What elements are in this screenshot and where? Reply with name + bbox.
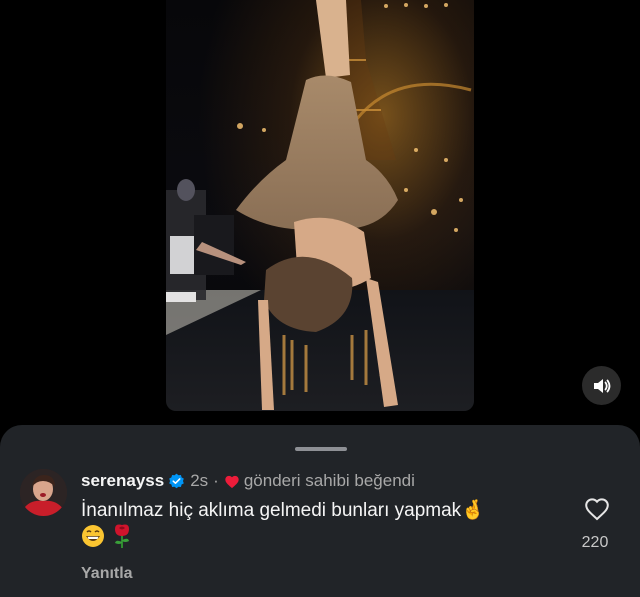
- user-avatar-image: [20, 469, 67, 516]
- instagram-comment-screen: serenayss 2s · gönderi sahibi beğendi İn…: [0, 0, 640, 597]
- sheet-drag-handle[interactable]: [295, 447, 347, 451]
- rose-emoji: [111, 523, 133, 554]
- avatar[interactable]: [20, 469, 67, 516]
- liked-by-author-label: gönderi sahibi beğendi: [243, 471, 415, 490]
- grinning-face-emoji: [81, 524, 105, 553]
- comment-meta: serenayss 2s · gönderi sahibi beğendi: [81, 470, 551, 492]
- sound-toggle-button[interactable]: [582, 366, 621, 405]
- comment-text: İnanılmaz hiç aklıma gelmedi bunları yap…: [81, 500, 485, 521]
- reply-button[interactable]: Yanıtla: [81, 565, 551, 583]
- comment-timestamp: 2s: [190, 471, 209, 490]
- comment-like: 220: [576, 497, 618, 552]
- verified-badge-icon: [169, 473, 184, 488]
- runway-scene-illustration: [166, 0, 474, 411]
- heart-outline-icon[interactable]: [584, 497, 610, 521]
- comment-like-count: 220: [581, 534, 609, 551]
- meta-separator: ·: [213, 471, 219, 490]
- heart-icon: [225, 475, 239, 488]
- comment-body: serenayss 2s · gönderi sahibi beğendi İn…: [81, 470, 551, 583]
- comment-emoji-line: [81, 524, 551, 552]
- speaker-icon: [593, 378, 610, 393]
- comment-username[interactable]: serenayss: [81, 470, 164, 492]
- comments-sheet: serenayss 2s · gönderi sahibi beğendi İn…: [0, 425, 640, 597]
- post-video[interactable]: [166, 0, 474, 411]
